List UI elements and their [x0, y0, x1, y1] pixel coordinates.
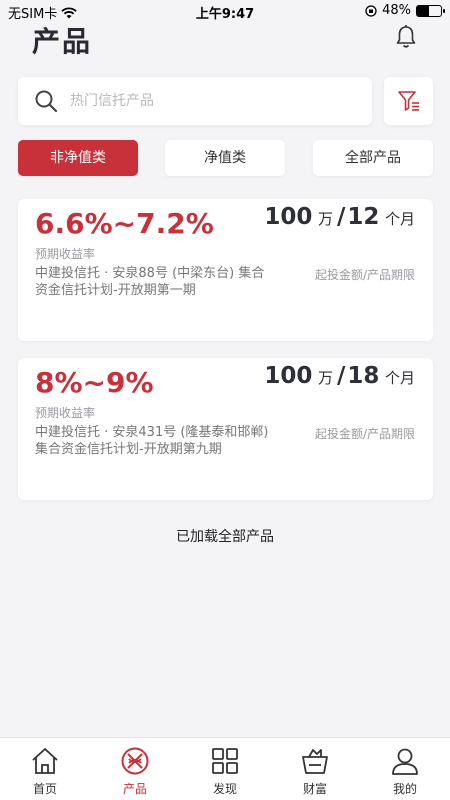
- separator: /: [336, 204, 346, 230]
- period: 12: [347, 204, 380, 230]
- filter-button[interactable]: [384, 77, 433, 125]
- discover-icon: [212, 748, 238, 774]
- product-name: 中建投信托 · 安泉431号 (隆基泰和邯郸) 集合资金信托计划-开放期第九期: [35, 425, 269, 457]
- amount-unit: 万: [317, 369, 333, 387]
- filter-icon: [398, 91, 419, 111]
- nav-product[interactable]: 产品: [90, 738, 180, 800]
- battery-icon: [416, 4, 445, 17]
- page-title: 产品: [32, 25, 93, 58]
- home-icon: [32, 748, 58, 774]
- nav-discover[interactable]: 发现: [180, 738, 270, 800]
- nav-profile[interactable]: 我的: [360, 738, 450, 800]
- period-unit: 个月: [384, 210, 415, 228]
- profile-icon: [392, 748, 418, 775]
- battery-percent: 48%: [382, 3, 411, 18]
- product-name: 中建投信托 · 安泉88号 (中梁东台) 集合资金信托计划-开放期第一期: [35, 266, 265, 298]
- nav-label: 发现: [212, 782, 237, 796]
- min-amount: 100: [264, 204, 313, 230]
- expected-return-rate: 8%~9%: [35, 366, 154, 399]
- amount-period: 100 万/12 个月: [264, 204, 415, 230]
- product-icon: [121, 747, 149, 775]
- amount-period-label: 起投金额/产品期限: [314, 268, 415, 282]
- nav-wealth[interactable]: 财富: [270, 738, 360, 800]
- min-amount: 100: [264, 363, 313, 389]
- separator: /: [336, 363, 346, 389]
- battery-level: [417, 5, 429, 16]
- status-bar: 无SIM卡 上午9:47 48%: [0, 0, 450, 22]
- tab-all-products[interactable]: 全部产品: [313, 140, 433, 176]
- tab-net-value[interactable]: 净值类: [165, 140, 285, 176]
- orientation-lock-icon: [365, 4, 377, 17]
- search-icon: [35, 90, 58, 113]
- product-card[interactable]: 8%~9% 预期收益率 中建投信托 · 安泉431号 (隆基泰和邯郸) 集合资金…: [18, 358, 433, 500]
- period-unit: 个月: [384, 369, 415, 387]
- amount-unit: 万: [317, 210, 333, 228]
- tab-non-net-value[interactable]: 非净值类: [18, 140, 138, 176]
- nav-label: 产品: [122, 782, 147, 796]
- bell-icon[interactable]: [394, 24, 418, 50]
- expected-return-rate: 6.6%~7.2%: [35, 207, 214, 240]
- search-input[interactable]: [70, 89, 360, 113]
- amount-period: 100 万/18 个月: [264, 363, 415, 389]
- period: 18: [347, 363, 380, 389]
- nav-home[interactable]: 首页: [0, 738, 90, 800]
- nav-label: 首页: [32, 782, 57, 796]
- nav-label: 我的: [392, 782, 417, 796]
- product-card[interactable]: 6.6%~7.2% 预期收益率 中建投信托 · 安泉88号 (中梁东台) 集合资…: [18, 199, 433, 341]
- expected-return-label: 预期收益率: [35, 406, 96, 420]
- expected-return-label: 预期收益率: [35, 247, 96, 261]
- all-loaded-text: 已加载全部产品: [176, 529, 274, 545]
- search-box[interactable]: [18, 77, 372, 125]
- nav-label: 财富: [302, 782, 327, 796]
- status-right: 48%: [365, 3, 445, 18]
- wealth-icon: [302, 749, 328, 774]
- amount-period-label: 起投金额/产品期限: [314, 427, 415, 441]
- bottom-nav: 首页 产品 发现 财富 我的: [0, 737, 450, 800]
